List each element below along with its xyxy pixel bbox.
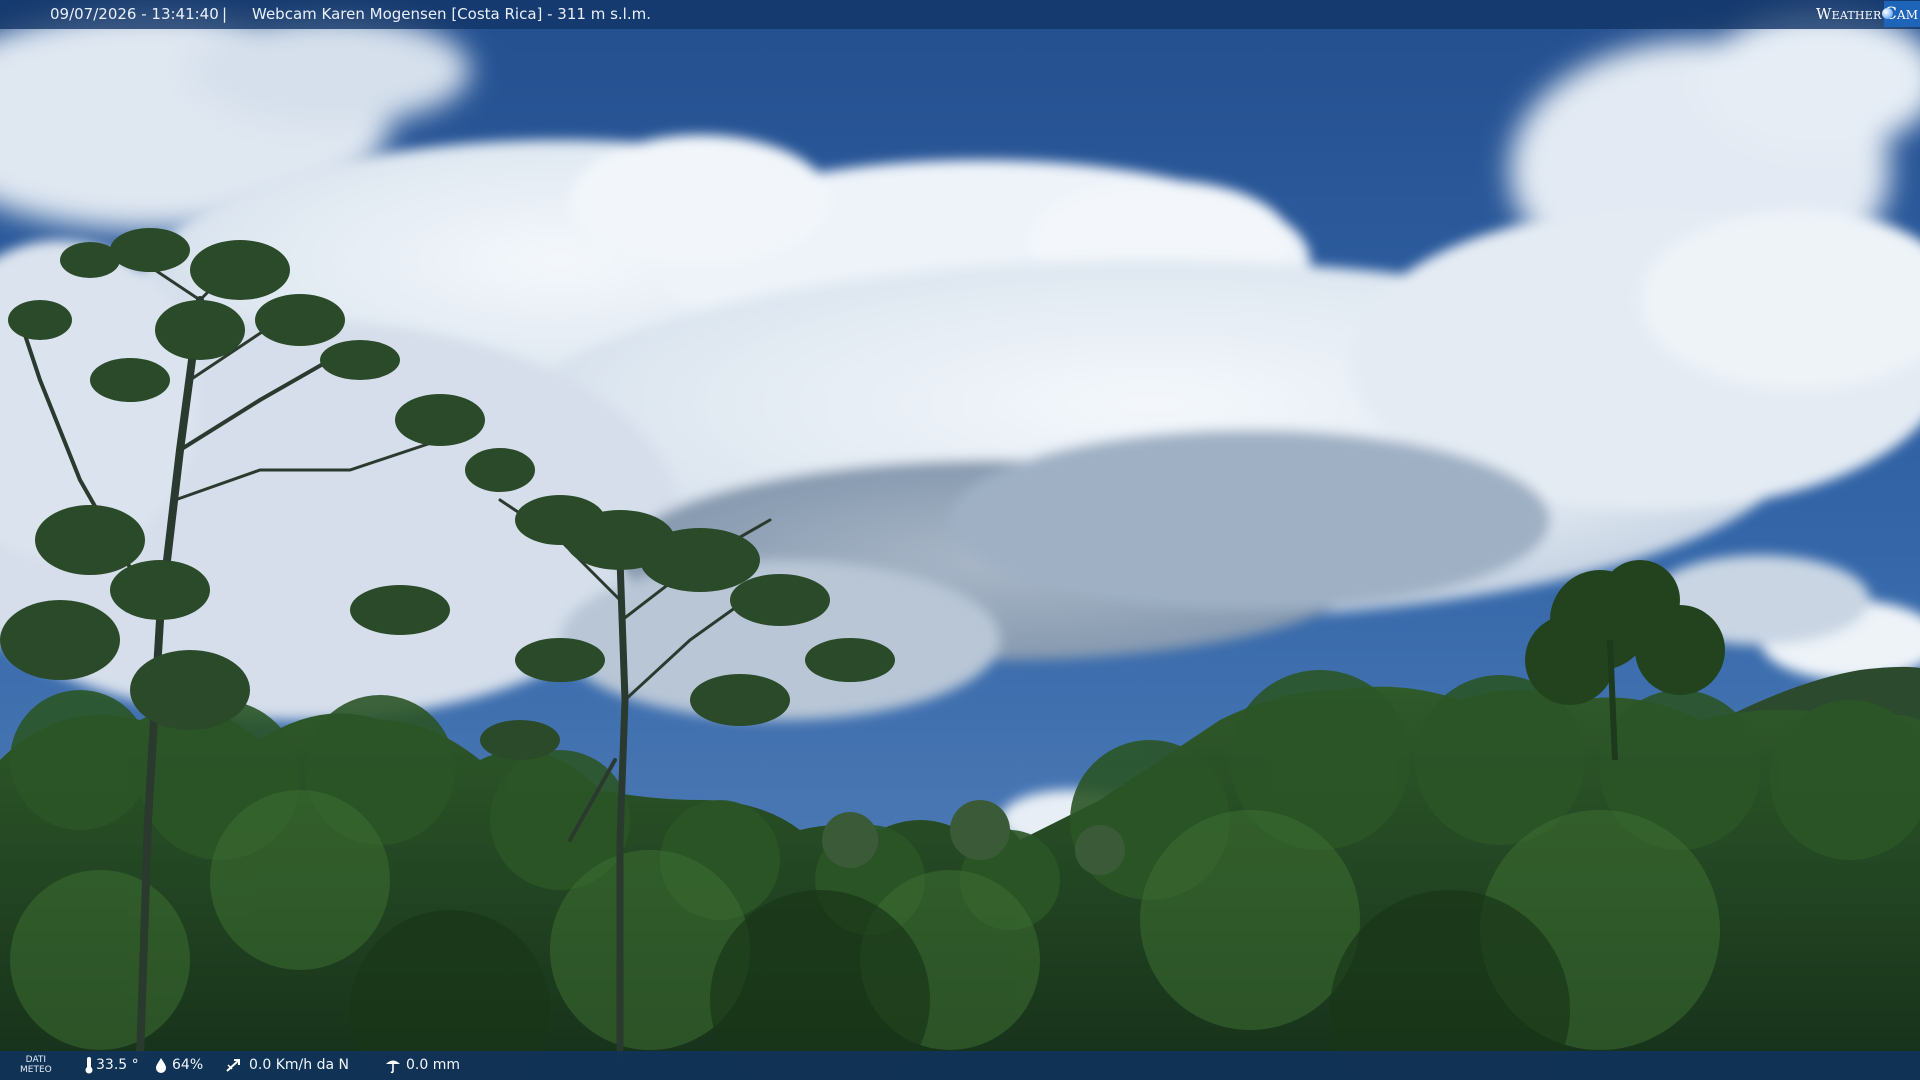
weather-bar-label-line2: METEO [20,1065,52,1075]
webcam-title: Webcam Karen Mogensen [Costa Rica] - 311… [252,5,651,23]
wind-value: 0.0 Km/h da N [249,1057,349,1073]
header-separator: | [222,5,228,23]
temperature-value: 33.5 ° [96,1057,139,1073]
header-bar: 09/07/2026 - 13:41:40 | Webcam Karen Mog… [0,0,1920,29]
weather-bar-label-line1: DATI [25,1055,47,1065]
weather-data-bar: DATI METEO 33.5 ° 64% 0.0 Km/h da N 0.0 … [0,1051,1920,1080]
weather-bar-label: DATI METEO [20,1055,52,1075]
humidity-drop-icon [156,1058,166,1073]
wind-icon [226,1059,240,1072]
logo-weather-text: Weather [1816,5,1882,23]
timestamp: 09/07/2026 - 13:41:40 [50,5,219,23]
globe-icon [1882,8,1893,19]
weathercam-logo: Weather Cam [1816,0,1920,29]
landscape-scene [0,0,1920,1080]
webcam-image [0,0,1920,1080]
rain-value: 0.0 mm [406,1057,460,1073]
rain-gauge-icon [386,1060,400,1074]
humidity-value: 64% [172,1057,204,1073]
